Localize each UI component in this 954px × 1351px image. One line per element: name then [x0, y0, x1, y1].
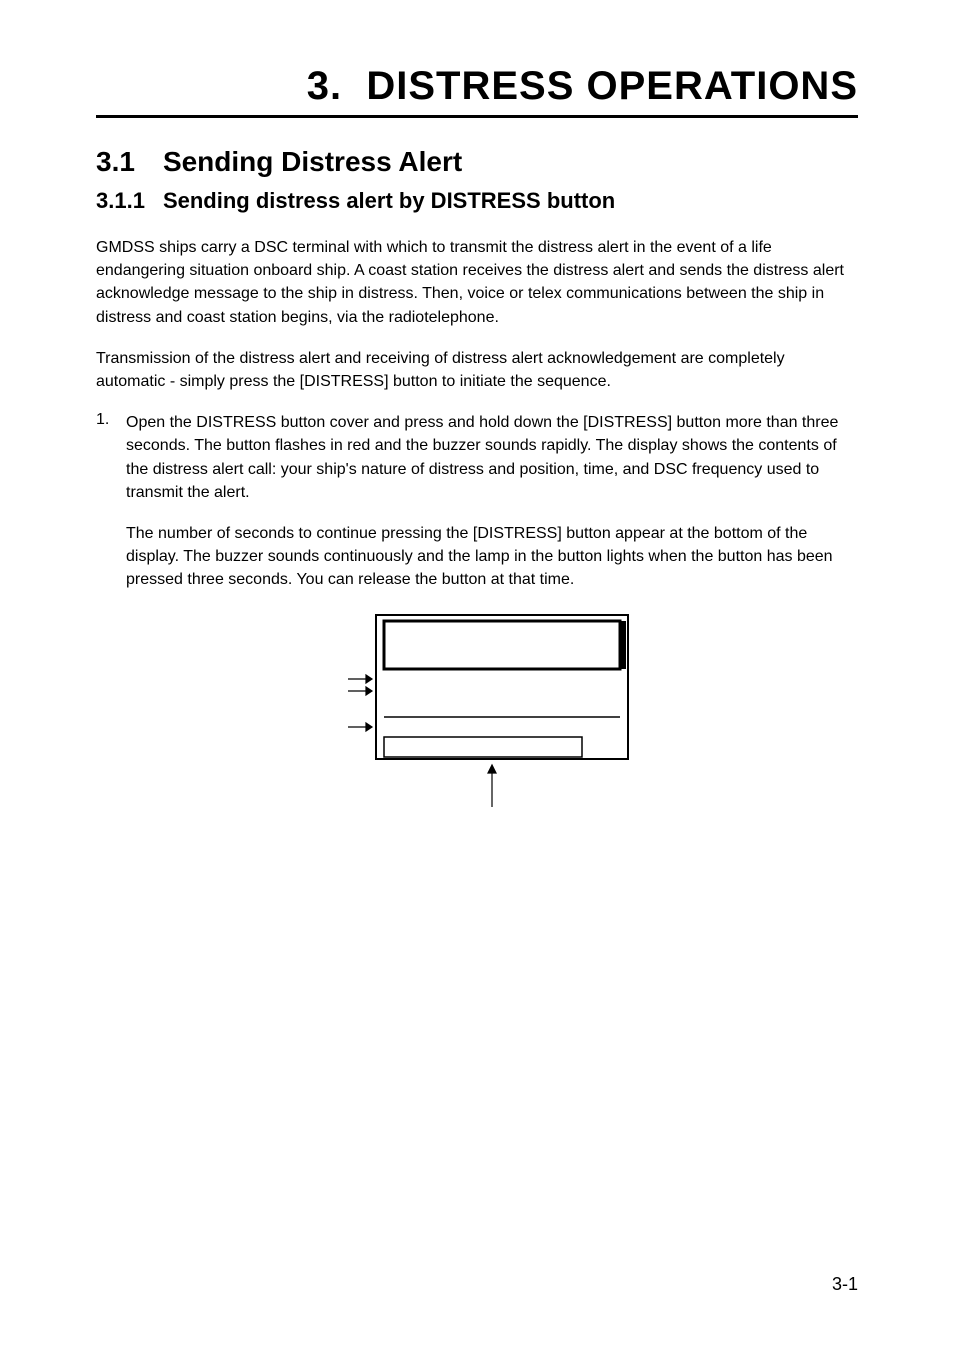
paragraph-2: Transmission of the distress alert and r…	[96, 347, 858, 393]
list-item-1-number: 1.	[96, 411, 126, 504]
paragraph-1: GMDSS ships carry a DSC terminal with wh…	[96, 236, 858, 329]
subsection-number: 3.1.1	[96, 188, 145, 214]
subsection-title-text: Sending distress alert by DISTRESS butto…	[163, 188, 615, 213]
display-svg	[342, 609, 642, 809]
figure-display-diagram	[126, 609, 858, 809]
subsection-title: 3.1.1 Sending distress alert by DISTRESS …	[96, 188, 858, 214]
list-item-1-text: Open the DISTRESS button cover and press…	[126, 411, 858, 504]
chapter-number: 3.	[307, 64, 342, 108]
section-title: 3.1 Sending Distress Alert	[96, 146, 858, 178]
list-item-1-continued: The number of seconds to continue pressi…	[126, 522, 858, 592]
section-number: 3.1	[96, 146, 135, 178]
section-title-text: Sending Distress Alert	[163, 146, 462, 177]
chapter-title: 3. DISTRESS OPERATIONS	[96, 64, 858, 118]
chapter-title-text: DISTRESS OPERATIONS	[366, 64, 858, 108]
list-item-1: 1. Open the DISTRESS button cover and pr…	[96, 411, 858, 504]
page-number: 3-1	[832, 1274, 858, 1295]
